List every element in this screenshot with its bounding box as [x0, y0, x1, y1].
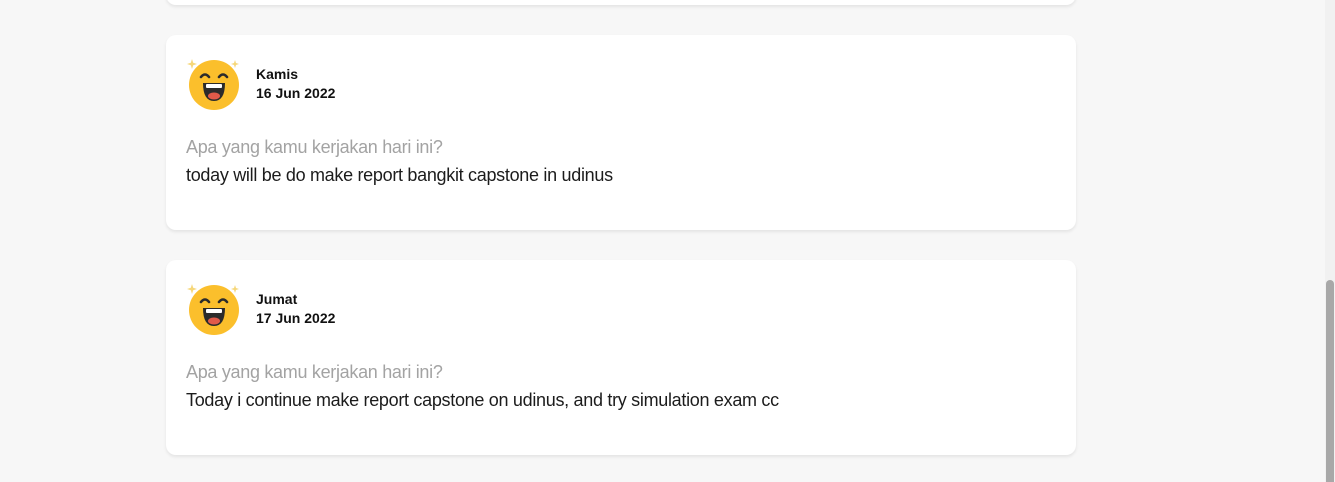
entry-question: Apa yang kamu kerjakan hari ini?: [186, 362, 443, 382]
entry-day: Kamis: [256, 66, 299, 82]
journal-card-header: Jumat 17 Jun 2022: [186, 280, 335, 336]
journal-card-previous: [166, 0, 1076, 5]
scrollbar-track[interactable]: [1325, 0, 1335, 482]
entry-date-block: Kamis 16 Jun 2022: [256, 65, 335, 103]
journal-card: Jumat 17 Jun 2022 Apa yang kamu kerjakan…: [166, 260, 1076, 455]
entry-answer: Today i continue make report capstone on…: [186, 390, 779, 410]
journal-card-header: Kamis 16 Jun 2022: [186, 55, 335, 111]
entry-question: Apa yang kamu kerjakan hari ini?: [186, 137, 443, 157]
entry-answer: today will be do make report bangkit cap…: [186, 165, 613, 185]
entry-day: Jumat: [256, 291, 298, 307]
laughing-emoji-icon: [186, 280, 242, 336]
journal-card: Kamis 16 Jun 2022 Apa yang kamu kerjakan…: [166, 35, 1076, 230]
laughing-emoji-icon: [186, 55, 242, 111]
entry-date: 17 Jun 2022: [256, 310, 336, 326]
entry-date: 16 Jun 2022: [256, 85, 336, 101]
scrollbar-thumb[interactable]: [1326, 280, 1334, 482]
entry-date-block: Jumat 17 Jun 2022: [256, 290, 335, 328]
journal-page: Kamis 16 Jun 2022 Apa yang kamu kerjakan…: [0, 0, 1335, 482]
